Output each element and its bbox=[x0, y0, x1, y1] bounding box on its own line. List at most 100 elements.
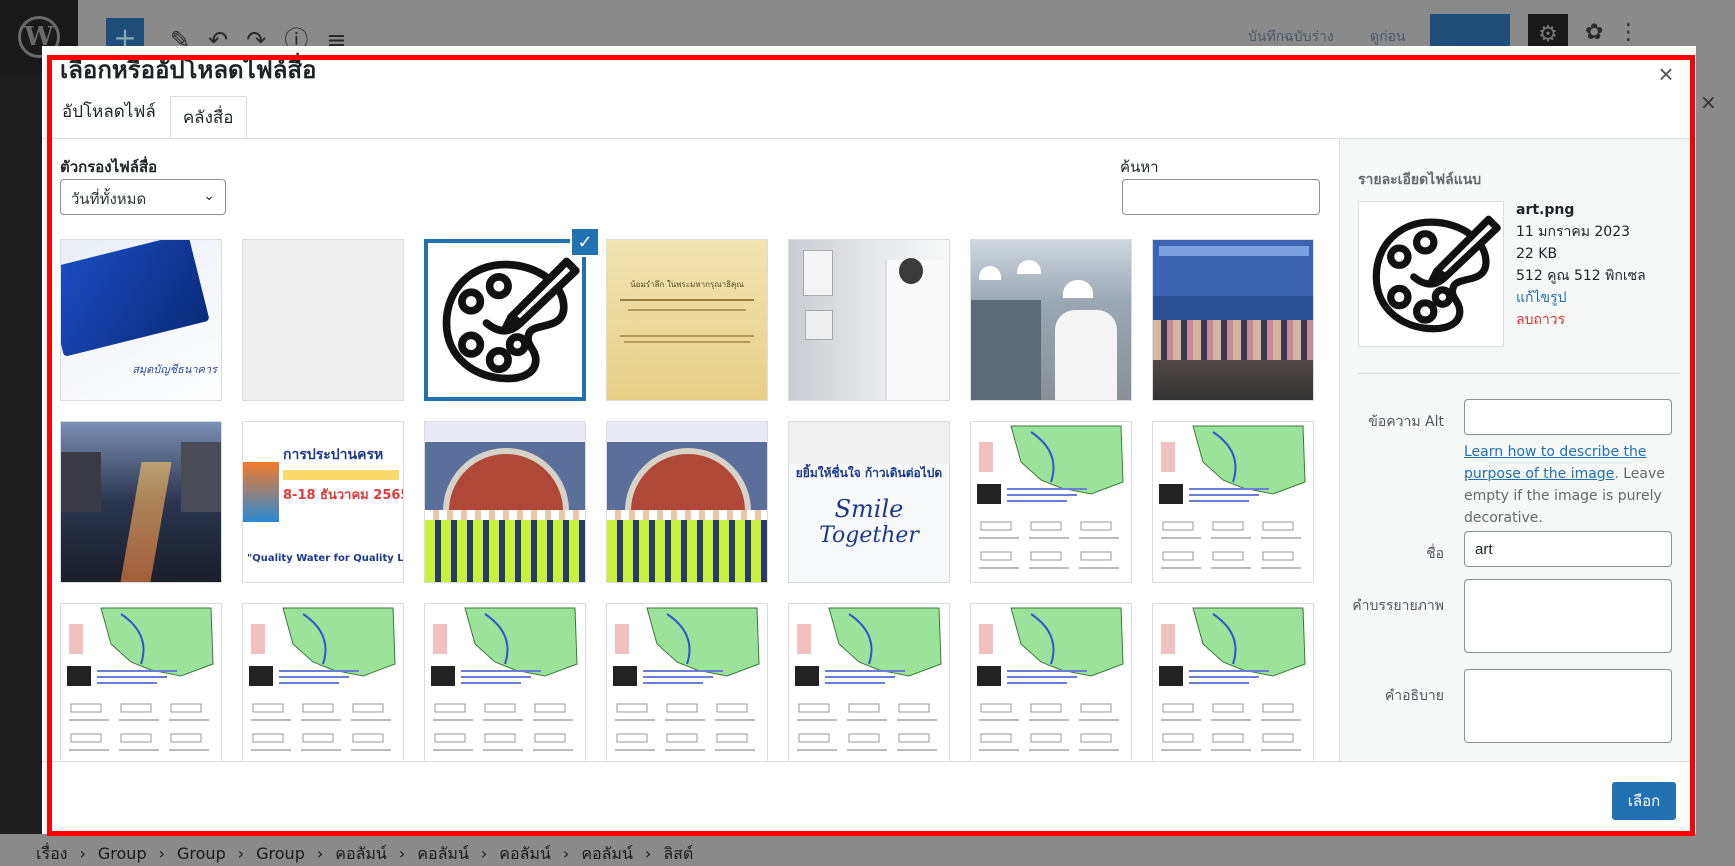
select-button[interactable]: เลือก bbox=[1612, 782, 1676, 820]
promo-image: การประปานครห 8-18 ธันวาคม 2565 "Quality … bbox=[243, 422, 403, 582]
sidebar-close-icon[interactable]: × bbox=[1700, 90, 1717, 114]
breadcrumb-separator-icon: › bbox=[562, 844, 570, 863]
media-tabs: อัปโหลดไฟล์ คลังสื่อ bbox=[56, 96, 247, 138]
thumb-caption: สมุดบัญชีธนาคาร bbox=[132, 363, 217, 376]
breadcrumb-item[interactable]: คอลัมน์ bbox=[581, 844, 633, 863]
map-image bbox=[789, 604, 949, 761]
map-image bbox=[61, 604, 221, 761]
attachment-blank[interactable] bbox=[242, 239, 404, 401]
breadcrumb-item[interactable]: Group bbox=[177, 844, 226, 863]
details-date: 11 มกราคม 2023 bbox=[1516, 224, 1631, 240]
attachment-map-3[interactable] bbox=[60, 603, 222, 761]
tab-upload-files[interactable]: อัปโหลดไฟล์ bbox=[56, 96, 162, 138]
attachment-map-7[interactable] bbox=[788, 603, 950, 761]
breadcrumb-item[interactable]: ลิสต์ bbox=[663, 844, 693, 863]
modal-title: เลือกหรืออัปโหลดไฟล์สื่อ bbox=[60, 56, 317, 84]
thumb-caption: การประปานครห bbox=[283, 447, 384, 463]
breadcrumb-item[interactable]: Group bbox=[256, 844, 305, 863]
attachment-handwash[interactable] bbox=[788, 239, 950, 401]
attachment-map-5[interactable] bbox=[424, 603, 586, 761]
thumb-caption: น้อมรำลึก ในพระมหากรุณาธิคุณ bbox=[630, 280, 744, 289]
site-visit-image bbox=[971, 240, 1131, 400]
traffic-night-image bbox=[61, 422, 221, 582]
details-thumbnail bbox=[1358, 201, 1504, 347]
thumb-caption-smile: Smile bbox=[834, 495, 904, 523]
breadcrumb-item[interactable]: คอลัมน์ bbox=[417, 844, 469, 863]
editor-sidebar bbox=[1690, 74, 1735, 834]
details-heading: รายละเอียดไฟล์แนบ bbox=[1358, 172, 1482, 188]
attachment-map-1[interactable] bbox=[970, 421, 1132, 583]
plugin-icons: ✿⋮ bbox=[1585, 20, 1654, 45]
checkmark-icon[interactable]: ✓ bbox=[570, 227, 600, 257]
tunnel-team-image bbox=[425, 422, 585, 582]
breadcrumb-item[interactable]: Group bbox=[98, 844, 147, 863]
title-field[interactable] bbox=[1464, 531, 1672, 567]
attachment-site-visit[interactable] bbox=[970, 239, 1132, 401]
breadcrumb-separator-icon: › bbox=[237, 844, 245, 863]
attachment-map-9[interactable] bbox=[1152, 603, 1314, 761]
blank-image bbox=[243, 240, 403, 400]
search-label: ค้นหา bbox=[1120, 158, 1159, 176]
attachment-art[interactable] bbox=[424, 239, 586, 401]
breadcrumb-item[interactable]: คอลัมน์ bbox=[499, 844, 551, 863]
close-icon[interactable]: × bbox=[1646, 54, 1686, 94]
alt-text-label: ข้อความ Alt bbox=[1368, 414, 1444, 430]
attachment-map-2[interactable] bbox=[1152, 421, 1314, 583]
palette-icon bbox=[428, 243, 582, 397]
thumb-caption-slogan: "Quality Water for Quality Living bbox=[247, 553, 404, 564]
map-image bbox=[607, 604, 767, 761]
edit-image-link[interactable]: แก้ไขรูป bbox=[1516, 287, 1646, 309]
attachment-map-8[interactable] bbox=[970, 603, 1132, 761]
breadcrumb-separator-icon: › bbox=[158, 844, 166, 863]
tab-media-library[interactable]: คลังสื่อ bbox=[169, 96, 247, 138]
details-size: 22 KB bbox=[1516, 246, 1558, 262]
description-field[interactable] bbox=[1464, 669, 1672, 743]
attachment-tunnel-team-1[interactable] bbox=[424, 421, 586, 583]
breadcrumb-separator-icon: › bbox=[644, 844, 652, 863]
breadcrumb-separator-icon: › bbox=[480, 844, 488, 863]
map-image bbox=[243, 604, 403, 761]
description-label: คำอธิบาย bbox=[1384, 688, 1444, 704]
search-input[interactable] bbox=[1122, 179, 1320, 215]
attachment-traffic-night[interactable] bbox=[60, 421, 222, 583]
attachment-certificate[interactable]: น้อมรำลึก ในพระมหากรุณาธิคุณ bbox=[606, 239, 768, 401]
caption-label: คำบรรยายภาพ bbox=[1352, 598, 1444, 614]
attachment-map-4[interactable] bbox=[242, 603, 404, 761]
details-dimensions: 512 คูณ 512 พิกเซล bbox=[1516, 268, 1646, 284]
handwash-image bbox=[789, 240, 949, 400]
media-modal: เลือกหรืออัปโหลดไฟล์สื่อ × อัปโหลดไฟล์ ค… bbox=[42, 46, 1696, 834]
map-image bbox=[971, 604, 1131, 761]
breadcrumb-separator-icon: › bbox=[398, 844, 406, 863]
group-photo-image bbox=[1153, 240, 1313, 400]
details-divider bbox=[1358, 373, 1680, 374]
preview-link[interactable]: ดูก่อน bbox=[1370, 26, 1406, 48]
media-browser: ตัวกรองไฟล์สื่อ วันที่ทั้งหมด ⌄ ค้นหา สม… bbox=[42, 139, 1339, 761]
certificate-image: น้อมรำลึก ในพระมหากรุณาธิคุณ bbox=[607, 240, 767, 400]
date-filter-select[interactable]: วันที่ทั้งหมด ⌄ bbox=[60, 179, 226, 215]
breadcrumb-separator-icon: › bbox=[79, 844, 86, 863]
map-image bbox=[1153, 604, 1313, 761]
attachment-group-photo[interactable] bbox=[1152, 239, 1314, 401]
thumb-caption-date: 8-18 ธันวาคม 2565 bbox=[283, 488, 404, 503]
attachment-map-6[interactable] bbox=[606, 603, 768, 761]
thumb-caption: ยยิ้มให้ชื่นใจ ก้าวเดินต่อไปด bbox=[795, 466, 943, 480]
alt-text-field[interactable] bbox=[1464, 399, 1672, 435]
attachment-promo[interactable]: การประปานครห 8-18 ธันวาคม 2565 "Quality … bbox=[242, 421, 404, 583]
caption-field[interactable] bbox=[1464, 579, 1672, 653]
breadcrumb-item[interactable]: คอลัมน์ bbox=[335, 844, 387, 863]
smile-together-image: ยยิ้มให้ชื่นใจ ก้าวเดินต่อไปด Smile Toge… bbox=[789, 464, 949, 582]
block-breadcrumb: เรื่อง › Group › Group › Group › คอลัมน์ › คอลัมน์… bbox=[0, 834, 1735, 866]
delete-permanently-link[interactable]: ลบถาวร bbox=[1516, 309, 1646, 331]
filter-label: ตัวกรองไฟล์สื่อ bbox=[60, 158, 158, 176]
breadcrumb-item[interactable]: เรื่อง bbox=[36, 844, 67, 863]
title-label: ชื่อ bbox=[1426, 546, 1444, 562]
save-draft-link[interactable]: บันทึกฉบับร่าง bbox=[1248, 26, 1334, 48]
attachment-smile-together[interactable]: ยยิ้มให้ชื่นใจ ก้าวเดินต่อไปด Smile Toge… bbox=[788, 421, 950, 583]
attachment-tunnel-team-2[interactable] bbox=[606, 421, 768, 583]
alt-text-help: Learn how to describe the purpose of the… bbox=[1464, 441, 1674, 529]
palette-icon bbox=[1372, 215, 1501, 333]
map-image bbox=[425, 604, 585, 761]
attachment-bank-book[interactable]: สมุดบัญชีธนาคาร bbox=[60, 239, 222, 401]
map-image bbox=[971, 422, 1131, 582]
map-image bbox=[1153, 422, 1313, 582]
